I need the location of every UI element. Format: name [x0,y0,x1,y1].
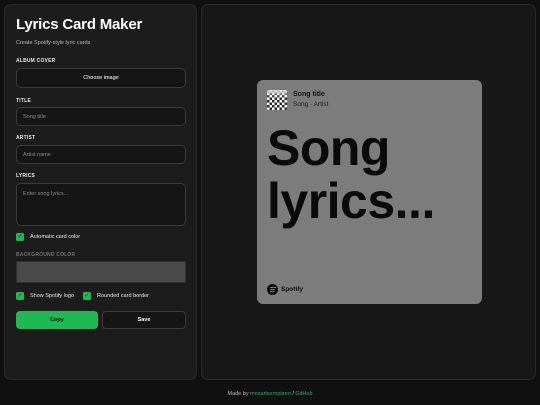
rounded-border-label: Rounded card border [97,293,149,299]
auto-color-label: Automatic card color [30,234,81,240]
lyrics-label: LYRICS [16,173,36,179]
copy-button[interactable]: Copy [16,311,98,329]
background-color-picker[interactable] [16,261,186,283]
lyrics-card: Song title Song · Artist Song lyrics... … [257,80,482,304]
artist-input[interactable]: Artist name [16,145,186,164]
album-cover-label: ALBUM COVER [16,58,56,64]
card-brand: Spotify [267,284,303,295]
card-song-subtitle: Song · Artist [293,101,329,108]
copy-label: Copy [50,317,64,323]
footer-separator: / [292,391,294,397]
rounded-border-toggle[interactable]: ✓ Rounded card border [83,292,149,300]
rounded-border-checkbox[interactable]: ✓ [83,292,91,300]
github-link[interactable]: GitHub [295,391,312,397]
lyrics-placeholder: Enter song lyrics... [23,191,69,197]
author-link[interactable]: mozartsempiano [250,391,291,397]
spotify-icon [267,284,278,295]
footer-prefix: Made by [227,391,249,397]
preview-panel: Song title Song · Artist Song lyrics... … [201,4,536,380]
title-placeholder: Song title [23,113,46,120]
editor-panel: Lyrics Card Maker Create Spotify-style l… [4,4,197,380]
footer: Made by mozartsempiano / GitHub [0,391,540,397]
choose-image-button[interactable]: Choose image [16,68,186,88]
card-lyrics: Song lyrics... [267,120,435,229]
save-label: Save [137,317,151,323]
app-title: Lyrics Card Maker [16,16,143,33]
title-input[interactable]: Song title [16,107,186,126]
background-color-label: BACKGROUND COLOR [16,252,76,258]
title-label: TITLE [16,98,31,104]
album-cover-image [267,90,287,110]
card-brand-label: Spotify [281,286,304,293]
artist-label: ARTIST [16,135,36,141]
choose-image-label: Choose image [83,75,119,81]
show-logo-toggle[interactable]: ✓ Show Spotify logo [16,292,74,300]
auto-color-checkbox[interactable]: ✓ [16,233,24,241]
auto-color-toggle[interactable]: ✓ Automatic card color [16,233,80,241]
lyrics-textarea[interactable]: Enter song lyrics... [16,183,186,226]
card-song-title: Song title [293,91,325,98]
show-logo-label: Show Spotify logo [30,293,75,299]
save-button[interactable]: Save [102,311,186,329]
artist-placeholder: Artist name [23,151,51,158]
show-logo-checkbox[interactable]: ✓ [16,292,24,300]
app-subtitle: Create Spotify-style lyric cards [16,40,91,46]
